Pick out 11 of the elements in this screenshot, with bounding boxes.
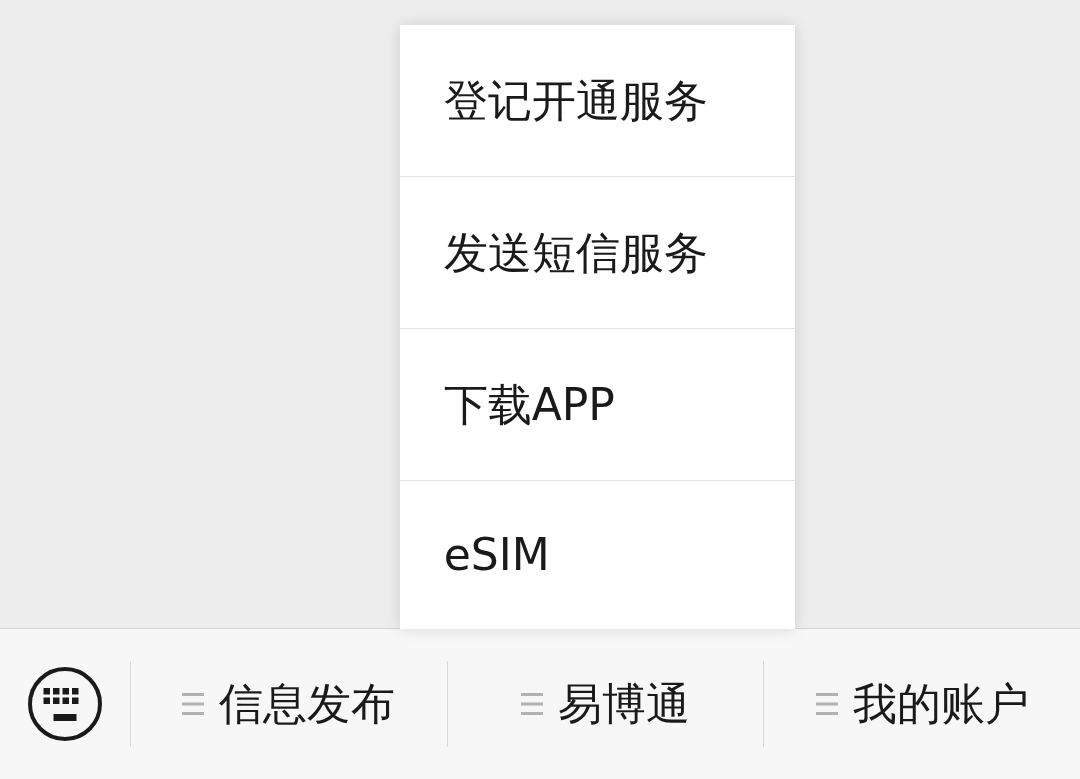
keyboard-icon[interactable]	[28, 667, 102, 741]
menu-lines-icon	[182, 693, 205, 715]
submenu-item[interactable]: 登记开通服务	[399, 25, 795, 177]
menu-tab[interactable]: 易博通	[521, 682, 690, 726]
submenu-item[interactable]: 发送短信服务	[399, 177, 795, 329]
menu-lines-icon	[521, 693, 543, 715]
menu-tab[interactable]: 我的账户	[815, 682, 1029, 726]
submenu-item[interactable]: 下载APP	[399, 329, 795, 481]
submenu-item[interactable]: eSIM	[399, 481, 795, 629]
menu-lines-icon	[815, 693, 838, 715]
menu-tab[interactable]: 信息发布	[182, 682, 396, 726]
